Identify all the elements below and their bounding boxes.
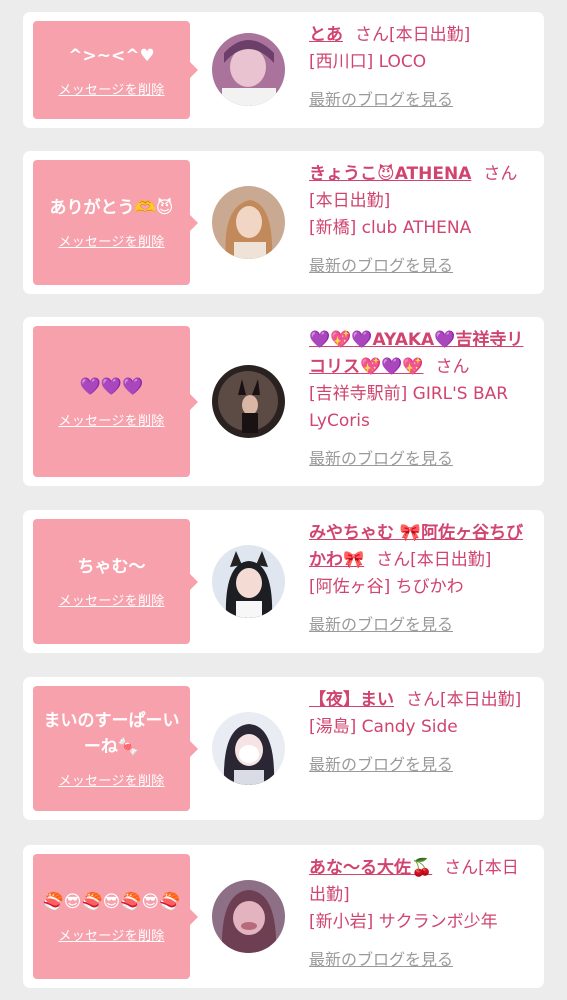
attendance-status: [本日出勤] [410, 550, 492, 570]
girl-name-link[interactable]: 💜💖💜AYAKA💜吉祥寺リコリス💖💜💖 [309, 330, 523, 377]
message-bubble: 🍣😎🍣😎🍣😎🍣 メッセージを削除 [33, 854, 198, 979]
delete-message-link[interactable]: メッセージを削除 [58, 231, 164, 250]
delete-message-link[interactable]: メッセージを削除 [58, 590, 164, 609]
delete-message-link[interactable]: メッセージを削除 [58, 410, 164, 429]
shop-name: [吉祥寺駅前] GIRL'S BAR LyCoris [309, 384, 509, 431]
shop-name: [西川口] LOCO [309, 52, 427, 72]
message-list: ^>~<^♥ メッセージを削除 とあ さん[本日出勤] [西川口] LOCO 最新… [0, 0, 567, 1000]
message-card: まいのすーぱーいーね🍬 メッセージを削除 【夜】まい さん[本日出勤] [湯島] … [23, 677, 544, 820]
avatar[interactable] [212, 880, 285, 953]
girl-name-link[interactable]: とあ [309, 25, 343, 45]
girl-info: 【夜】まい さん[本日出勤] [湯島] Candy Side 最新のブログを見る [309, 687, 534, 775]
girl-info: きょうこ😈ATHENA さん [本日出勤] [新橋] club ATHENA 最新の… [309, 161, 534, 276]
name-line: あな〜る大佐🍒 さん[本日出勤] [309, 855, 534, 909]
latest-blog-link[interactable]: 最新のブログを見る [309, 611, 453, 635]
message-text: まいのすーぱーいーね🍬 [43, 711, 180, 757]
attendance-status: [本日出勤] [440, 690, 522, 710]
shop-name: [阿佐ヶ谷] ちびかわ [309, 577, 464, 597]
name-line: 【夜】まい さん[本日出勤] [309, 687, 534, 714]
message-card: ちゃむ〜 メッセージを削除 みやちゃむ 🎀阿佐ヶ谷ちびかわ🎀 さん[本日出勤] [… [23, 510, 544, 653]
shop-name: [新小岩] サクランボ少年 [309, 912, 498, 932]
message-text: 💜💜💜 [79, 377, 144, 397]
latest-blog-link[interactable]: 最新のブログを見る [309, 946, 453, 970]
attendance-status: [本日出勤] [389, 25, 471, 45]
message-card: 💜💜💜 メッセージを削除 💜💖💜AYAKA💜吉祥寺リコリス💖💜💖 さん [吉祥寺駅… [23, 317, 544, 486]
profile-photo-mai [212, 712, 285, 785]
avatar[interactable] [212, 712, 285, 785]
profile-photo-miya [212, 545, 285, 618]
profile-photo-ayaka [212, 365, 285, 438]
avatar[interactable] [212, 545, 285, 618]
message-text: 🍣😎🍣😎🍣😎🍣 [42, 892, 181, 912]
girl-info: 💜💖💜AYAKA💜吉祥寺リコリス💖💜💖 さん [吉祥寺駅前] GIRL'S BAR… [309, 327, 534, 469]
message-card: ありがとう🫶😈 メッセージを削除 きょうこ😈ATHENA さん [本日出勤] [新橋… [23, 151, 544, 294]
message-bubble: ありがとう🫶😈 メッセージを削除 [33, 160, 198, 285]
profile-photo-anal [212, 880, 285, 953]
message-card: 🍣😎🍣😎🍣😎🍣 メッセージを削除 あな〜る大佐🍒 さん[本日出勤] [新小岩] サ… [23, 845, 544, 988]
name-line: きょうこ😈ATHENA さん [本日出勤] [309, 161, 534, 215]
message-text: ちゃむ〜 [77, 557, 146, 577]
latest-blog-link[interactable]: 最新のブログを見る [309, 751, 453, 775]
avatar[interactable] [212, 186, 285, 259]
girl-info: とあ さん[本日出勤] [西川口] LOCO 最新のブログを見る [309, 22, 534, 110]
honorific: さん [376, 550, 411, 570]
honorific: さん [444, 858, 479, 878]
avatar[interactable] [212, 365, 285, 438]
name-line: みやちゃむ 🎀阿佐ヶ谷ちびかわ🎀 さん[本日出勤] [309, 520, 534, 574]
honorific: さん [435, 357, 470, 377]
honorific: さん [406, 690, 440, 710]
message-card: ^>~<^♥ メッセージを削除 とあ さん[本日出勤] [西川口] LOCO 最新… [23, 12, 544, 128]
profile-photo-kyoko [212, 186, 285, 259]
avatar[interactable] [212, 33, 285, 106]
delete-message-link[interactable]: メッセージを削除 [58, 79, 164, 98]
girl-name-link[interactable]: あな〜る大佐🍒 [309, 858, 432, 878]
message-text: ありがとう🫶😈 [49, 198, 174, 218]
latest-blog-link[interactable]: 最新のブログを見る [309, 445, 453, 469]
girl-info: みやちゃむ 🎀阿佐ヶ谷ちびかわ🎀 さん[本日出勤] [阿佐ヶ谷] ちびかわ 最新の… [309, 520, 534, 635]
honorific: さん [355, 25, 389, 45]
girl-name-link[interactable]: きょうこ😈ATHENA [309, 164, 471, 184]
message-bubble: ちゃむ〜 メッセージを削除 [33, 519, 198, 644]
shop-name: [湯島] Candy Side [309, 717, 458, 737]
name-line: とあ さん[本日出勤] [309, 22, 534, 49]
shop-name: [新橋] club ATHENA [309, 218, 472, 238]
message-bubble: 💜💜💜 メッセージを削除 [33, 326, 198, 477]
latest-blog-link[interactable]: 最新のブログを見る [309, 252, 453, 276]
message-bubble: まいのすーぱーいーね🍬 メッセージを削除 [33, 686, 198, 811]
message-text: ^>~<^♥ [68, 45, 155, 66]
name-line: 💜💖💜AYAKA💜吉祥寺リコリス💖💜💖 さん [309, 327, 534, 381]
girl-info: あな〜る大佐🍒 さん[本日出勤] [新小岩] サクランボ少年 最新のブログを見る [309, 855, 534, 970]
delete-message-link[interactable]: メッセージを削除 [58, 925, 164, 944]
delete-message-link[interactable]: メッセージを削除 [58, 770, 164, 789]
profile-photo-toa [212, 33, 285, 106]
attendance-status: [本日出勤] [309, 191, 391, 211]
latest-blog-link[interactable]: 最新のブログを見る [309, 86, 453, 110]
message-bubble: ^>~<^♥ メッセージを削除 [33, 21, 198, 119]
honorific: さん [483, 164, 518, 184]
girl-name-link[interactable]: 【夜】まい [309, 690, 394, 710]
